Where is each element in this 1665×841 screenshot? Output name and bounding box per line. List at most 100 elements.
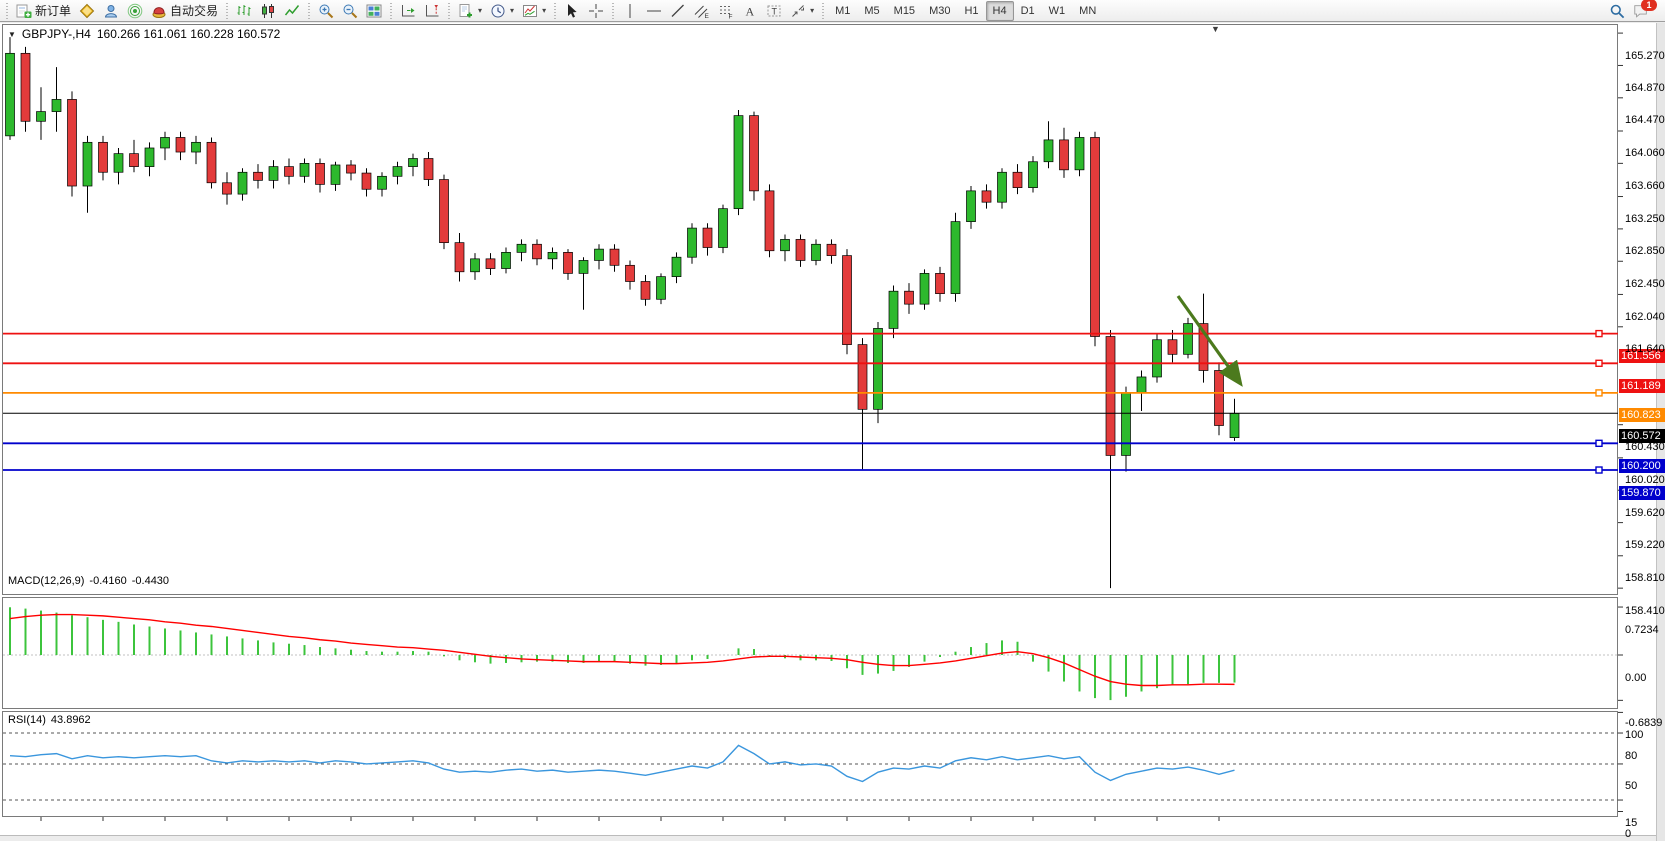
chart-title: ▼ GBPJPY-,H4 160.266 161.061 160.228 160… <box>8 27 280 41</box>
chevron-down-icon: ▾ <box>510 6 514 15</box>
period-button[interactable]: ▾ <box>486 1 518 21</box>
timeframe-d1-button[interactable]: D1 <box>1014 1 1042 21</box>
rsi-panel[interactable] <box>2 711 1618 817</box>
zoom-in-icon <box>318 3 334 19</box>
rsi-indicator-label: RSI(14) 43.8962 <box>8 714 91 726</box>
arrows-shapes-icon <box>790 3 806 19</box>
chart-menu-triangle-icon[interactable]: ▼ <box>8 30 16 39</box>
symbol-period-label: GBPJPY-,H4 <box>22 27 91 41</box>
gold-diamond-button[interactable] <box>75 1 99 21</box>
rsi-axis-label: 50 <box>1625 780 1637 792</box>
cursor-icon <box>564 3 580 19</box>
timeframe-h1-button[interactable]: H1 <box>957 1 985 21</box>
svg-text:E: E <box>705 13 710 19</box>
chart-shift-marker-icon[interactable]: ▼ <box>1211 24 1220 34</box>
vertical-line-tool-button[interactable] <box>618 1 642 21</box>
rsi-axis-label: 80 <box>1625 750 1637 762</box>
timeframe-m30-button[interactable]: M30 <box>922 1 957 21</box>
timeframe-m15-button[interactable]: M15 <box>887 1 922 21</box>
macd-panel[interactable] <box>2 597 1618 709</box>
autotrading-icon <box>151 3 167 19</box>
clock-icon <box>490 3 506 19</box>
fibonacci-tool-button[interactable]: F <box>714 1 738 21</box>
zoom-in-button[interactable] <box>314 1 338 21</box>
bar-chart-button[interactable] <box>232 1 256 21</box>
ohlc-values-label: 160.266 161.061 160.228 160.572 <box>97 27 281 41</box>
toolbar: 新订单 自动交易 <box>0 0 1665 22</box>
toolbar-grip[interactable] <box>307 3 311 19</box>
toolbar-grip[interactable] <box>611 3 615 19</box>
crosshair-tool-button[interactable] <box>584 1 608 21</box>
auto-scroll-button[interactable] <box>396 1 420 21</box>
autotrading-label: 自动交易 <box>170 2 218 19</box>
toolbar-grip[interactable] <box>553 3 557 19</box>
new-order-icon <box>16 3 32 19</box>
svg-text:A: A <box>746 4 755 18</box>
cursor-tool-button[interactable] <box>560 1 584 21</box>
tile-windows-button[interactable] <box>362 1 386 21</box>
candlestick-chart-icon <box>260 3 276 19</box>
toolbar-grip[interactable] <box>447 3 451 19</box>
profile-cloud-icon <box>103 3 119 19</box>
time-axis[interactable] <box>0 817 1665 835</box>
new-chart-button[interactable]: ▾ <box>454 1 486 21</box>
signal-broadcast-icon <box>127 3 143 19</box>
toolbar-grip[interactable] <box>821 3 825 19</box>
text-label-icon: T <box>766 3 782 19</box>
line-chart-button[interactable] <box>280 1 304 21</box>
signal-broadcast-button[interactable] <box>123 1 147 21</box>
window-bottom-edge <box>0 835 1665 841</box>
text-icon: A <box>742 3 758 19</box>
horizontal-line-tool-button[interactable] <box>642 1 666 21</box>
rsi-axis-label: 100 <box>1625 729 1643 741</box>
zoom-out-button[interactable] <box>338 1 362 21</box>
template-button[interactable]: ▾ <box>518 1 550 21</box>
new-order-label: 新订单 <box>35 2 71 19</box>
price-panel[interactable] <box>2 24 1618 595</box>
candlestick-chart-button[interactable] <box>256 1 280 21</box>
shapes-tool-button[interactable]: ▾ <box>786 1 818 21</box>
mt4-window: 新订单 自动交易 <box>0 0 1665 841</box>
autotrading-button[interactable]: 自动交易 <box>147 1 222 21</box>
tile-windows-icon <box>366 3 382 19</box>
notification-badge: 1 <box>1641 0 1657 11</box>
window-right-edge <box>1656 23 1665 841</box>
auto-scroll-icon <box>400 3 416 19</box>
trendline-icon <box>670 3 686 19</box>
chevron-down-icon: ▾ <box>478 6 482 15</box>
template-icon <box>522 3 538 19</box>
timeframe-m1-button[interactable]: M1 <box>828 1 857 21</box>
search-button[interactable] <box>1605 1 1629 21</box>
svg-text:T: T <box>772 6 778 16</box>
macd-axis-label: 0.7234 <box>1625 624 1659 636</box>
equidistant-channel-icon: E <box>694 3 710 19</box>
gold-diamond-icon <box>79 3 95 19</box>
macd-axis-label: 0.00 <box>1625 672 1646 684</box>
chart-window: 161.556161.189160.823160.572160.200159.8… <box>0 23 1665 841</box>
chevron-down-icon: ▾ <box>810 6 814 15</box>
profile-cloud-button[interactable] <box>99 1 123 21</box>
zoom-out-icon <box>342 3 358 19</box>
horizontal-line-icon <box>646 3 662 19</box>
timeframe-m5-button[interactable]: M5 <box>857 1 886 21</box>
trendline-tool-button[interactable] <box>666 1 690 21</box>
toolbar-grip[interactable] <box>5 3 9 19</box>
vertical-line-icon <box>622 3 638 19</box>
toolbar-grip[interactable] <box>389 3 393 19</box>
timeframe-h4-button[interactable]: H4 <box>986 1 1014 21</box>
chart-shift-button[interactable] <box>420 1 444 21</box>
new-order-button[interactable]: 新订单 <box>12 1 75 21</box>
timeframe-w1-button[interactable]: W1 <box>1042 1 1073 21</box>
search-icon <box>1609 3 1625 19</box>
svg-text:F: F <box>729 13 733 19</box>
crosshair-icon <box>588 3 604 19</box>
fibonacci-icon: F <box>718 3 734 19</box>
line-chart-icon <box>284 3 300 19</box>
chevron-down-icon: ▾ <box>542 6 546 15</box>
label-tool-button[interactable]: T <box>762 1 786 21</box>
toolbar-grip[interactable] <box>225 3 229 19</box>
macd-indicator-label: MACD(12,26,9) -0.4160 -0.4430 <box>8 575 169 587</box>
timeframe-mn-button[interactable]: MN <box>1072 1 1103 21</box>
text-tool-button[interactable]: A <box>738 1 762 21</box>
channel-tool-button[interactable]: E <box>690 1 714 21</box>
